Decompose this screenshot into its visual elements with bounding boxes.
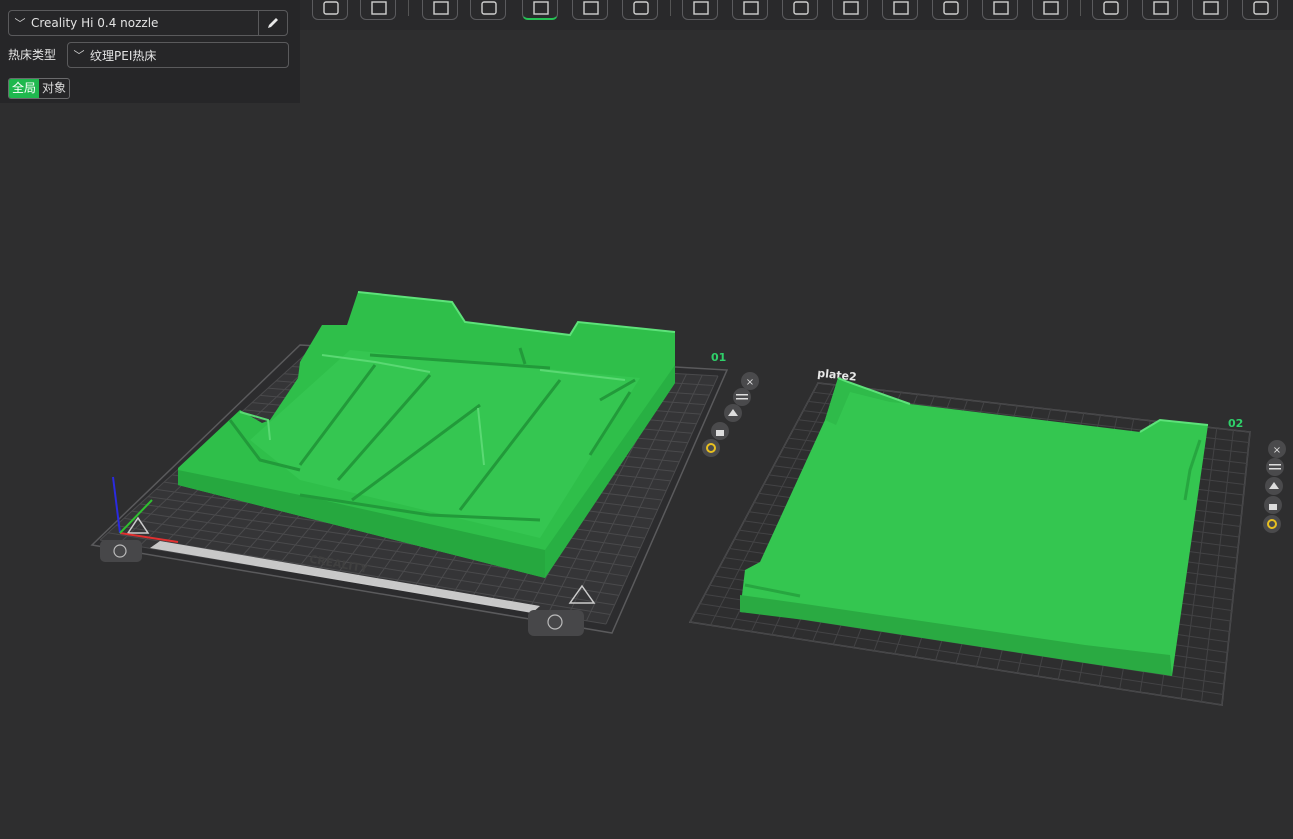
move-button[interactable] [682,0,718,20]
seam-paint-icon [993,1,1009,15]
chevron-down-icon: ﹀ [73,49,85,62]
auto-place-button[interactable] [522,0,558,20]
plate-1-arrange-icon[interactable] [733,388,751,406]
bed-type-label: 热床类型 [8,48,57,62]
layers-icon [1203,1,1219,15]
measure-icon [1043,1,1059,15]
plate-2-orient-icon[interactable] [1265,477,1283,495]
plate-1-number: 01 [711,351,726,364]
svg-text:×: × [1273,445,1281,456]
orient-button[interactable] [422,0,458,20]
move-icon [693,1,709,15]
text-icon [1153,1,1169,15]
toolbar-separator [670,0,671,16]
hollow-button[interactable] [882,0,918,20]
bed-type-select[interactable]: ﹀ 纹理PEI热床 [67,42,289,68]
plate-2-number: 02 [1228,417,1243,430]
bed-type-value: 纹理PEI热床 [90,48,157,63]
plate-2-lock-icon[interactable] [1264,496,1282,514]
scope-object-tab[interactable]: 对象 [39,79,69,98]
plate-1-lock-icon[interactable] [711,422,729,440]
scope-global-tab[interactable]: 全局 [9,79,40,98]
measure-button[interactable] [1032,0,1068,20]
support-paint-icon [943,1,959,15]
bed-fingerprint-icon-2 [528,610,584,636]
hollow-icon [893,1,909,15]
arrange-grid-button[interactable] [360,0,396,20]
plate-2-close-icon[interactable]: × [1268,440,1286,458]
rotate-button[interactable] [732,0,768,20]
chevron-down-icon: ﹀ [14,17,26,30]
split-button[interactable] [572,0,608,20]
settings-panel: ﹀ Creality Hi 0.4 nozzle 热床类型 ﹀ 纹理PEI热床 … [0,0,300,103]
split-icon [583,1,599,15]
top-toolbar [300,0,1293,30]
printer-select-value: Creality Hi 0.4 nozzle [31,16,159,30]
pencil-icon [268,18,278,28]
lay-on-face-icon [481,1,497,15]
cut-icon [843,1,859,15]
printer-select[interactable]: ﹀ Creality Hi 0.4 nozzle [8,10,288,36]
scale-icon [793,1,809,15]
add-object-icon [323,1,339,15]
orient-icon [433,1,449,15]
slice-plate-icon [633,1,649,15]
bed-fingerprint-icon [100,540,142,562]
color-paint-icon [1253,1,1269,15]
scale-button[interactable] [782,0,818,20]
lay-on-face-button[interactable] [470,0,506,20]
plate-1-close-icon[interactable]: × [741,372,759,390]
arrange-grid-icon [371,1,387,15]
rotate-icon [743,1,759,15]
toolbar-separator [408,0,409,16]
plate-1-orient-icon[interactable] [724,404,742,422]
text-button[interactable] [1142,0,1178,20]
variable-layer-button[interactable] [1092,0,1128,20]
seam-paint-button[interactable] [982,0,1018,20]
auto-place-icon [533,1,549,15]
add-object-button[interactable] [312,0,348,20]
toolbar-separator [1080,0,1081,16]
svg-text:×: × [746,377,754,388]
layers-button[interactable] [1192,0,1228,20]
plate-1-settings-icon[interactable] [702,439,720,457]
cut-button[interactable] [832,0,868,20]
slice-plate-button[interactable] [622,0,658,20]
plate-2-label: plate2 [817,367,858,384]
support-paint-button[interactable] [932,0,968,20]
scope-toggle[interactable]: 全局 对象 [8,78,71,99]
variable-layer-icon [1103,1,1119,15]
color-paint-button[interactable] [1242,0,1278,20]
edit-printer-button[interactable] [258,11,287,35]
plate-scene[interactable]: CREALITY 01 × plate2 02 × [0,0,1293,839]
plate-2-arrange-icon[interactable] [1266,458,1284,476]
plate-2-settings-icon[interactable] [1263,515,1281,533]
